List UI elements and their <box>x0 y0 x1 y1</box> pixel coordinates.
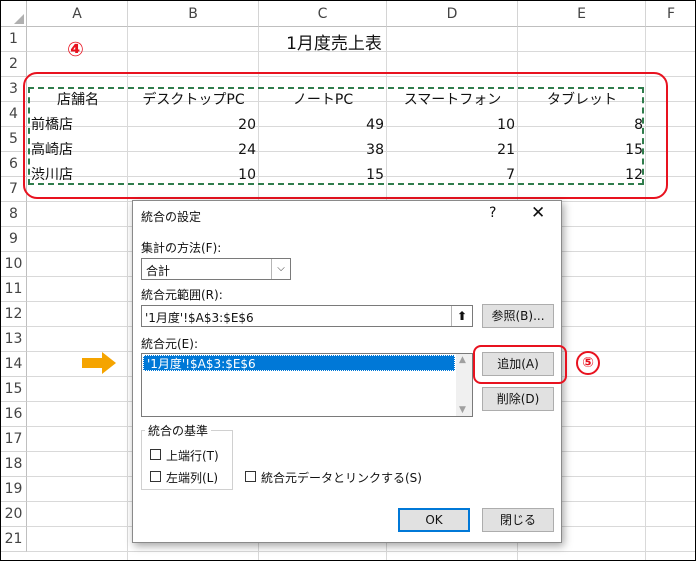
gridline <box>27 551 695 552</box>
arrow-shape <box>82 352 116 374</box>
annotation-highlight-box-add <box>473 345 567 384</box>
row-header-14[interactable]: 14 <box>1 352 27 377</box>
all-references-label: 統合元(E): <box>141 337 198 351</box>
row-header-19[interactable]: 19 <box>1 477 27 502</box>
row-header-20[interactable]: 20 <box>1 502 27 527</box>
spreadsheet-window: A B C D E F 1 2 3 4 5 6 7 8 9 10 11 12 1… <box>0 0 696 561</box>
row-header-16[interactable]: 16 <box>1 402 27 427</box>
row-header-15[interactable]: 15 <box>1 377 27 402</box>
row-header-17[interactable]: 17 <box>1 427 27 452</box>
row-header-9[interactable]: 9 <box>1 227 27 252</box>
select-all-corner[interactable] <box>1 1 27 27</box>
column-header-d[interactable]: D <box>387 1 518 27</box>
scroll-up-icon[interactable]: ▲ <box>459 355 466 365</box>
column-header-e[interactable]: E <box>518 1 646 27</box>
row-header-10[interactable]: 10 <box>1 252 27 277</box>
left-column-checkbox[interactable] <box>150 471 161 482</box>
link-source-label[interactable]: 統合元データとリンクする(S) <box>261 469 422 486</box>
function-dropdown[interactable]: 合計 ⌵ <box>141 258 291 280</box>
ok-button[interactable]: OK <box>398 508 470 532</box>
row-header-1[interactable]: 1 <box>1 27 27 52</box>
column-header-b[interactable]: B <box>128 1 259 27</box>
list-scrollbar[interactable]: ▲ ▼ <box>456 354 472 416</box>
top-row-checkbox[interactable] <box>150 449 161 460</box>
annotation-step-4: ④ <box>67 37 84 61</box>
link-source-checkbox[interactable] <box>245 471 256 482</box>
close-icon[interactable]: ✕ <box>531 203 545 223</box>
row-header-11[interactable]: 11 <box>1 277 27 302</box>
row-header-8[interactable]: 8 <box>1 202 27 227</box>
browse-button[interactable]: 参照(B)... <box>482 304 554 328</box>
row-header-2[interactable]: 2 <box>1 52 27 77</box>
row-header-18[interactable]: 18 <box>1 452 27 477</box>
pointer-arrow-icon <box>82 352 116 374</box>
use-labels-group-label: 統合の基準 <box>145 422 212 439</box>
annotation-highlight-box <box>23 72 668 199</box>
all-references-list[interactable]: '1月度'!$A$3:$E$6 ▲ ▼ <box>141 353 473 417</box>
function-label: 集計の方法(F): <box>141 241 222 255</box>
select-all-triangle-icon <box>14 14 24 24</box>
help-button[interactable]: ? <box>489 205 496 221</box>
dialog-title: 統合の設定 <box>141 210 202 224</box>
chevron-down-icon[interactable]: ⌵ <box>271 259 290 279</box>
row-header-21[interactable]: 21 <box>1 527 27 552</box>
row-header-13[interactable]: 13 <box>1 327 27 352</box>
reference-value: '1月度'!$A$3:$E$6 <box>145 311 254 325</box>
row-header-12[interactable]: 12 <box>1 302 27 327</box>
collapse-dialog-icon[interactable]: ⬆ <box>451 306 472 326</box>
scroll-down-icon[interactable]: ▼ <box>459 405 466 415</box>
column-header-c[interactable]: C <box>259 1 387 27</box>
function-value: 合計 <box>146 264 171 278</box>
top-row-label[interactable]: 上端行(T) <box>166 447 219 464</box>
left-column-label[interactable]: 左端列(L) <box>166 469 218 486</box>
annotation-step-5: ⑤ <box>576 351 600 375</box>
column-header-f[interactable]: F <box>646 1 695 27</box>
column-header-a[interactable]: A <box>27 1 128 27</box>
list-item-selected[interactable]: '1月度'!$A$3:$E$6 <box>143 355 455 371</box>
reference-input[interactable]: '1月度'!$A$3:$E$6 ⬆ <box>141 305 473 327</box>
sheet-title-cell[interactable]: 1月度売上表 <box>259 32 409 57</box>
close-button[interactable]: 閉じる <box>482 508 554 532</box>
delete-button[interactable]: 削除(D) <box>482 387 554 411</box>
reference-label: 統合元範囲(R): <box>141 288 223 302</box>
